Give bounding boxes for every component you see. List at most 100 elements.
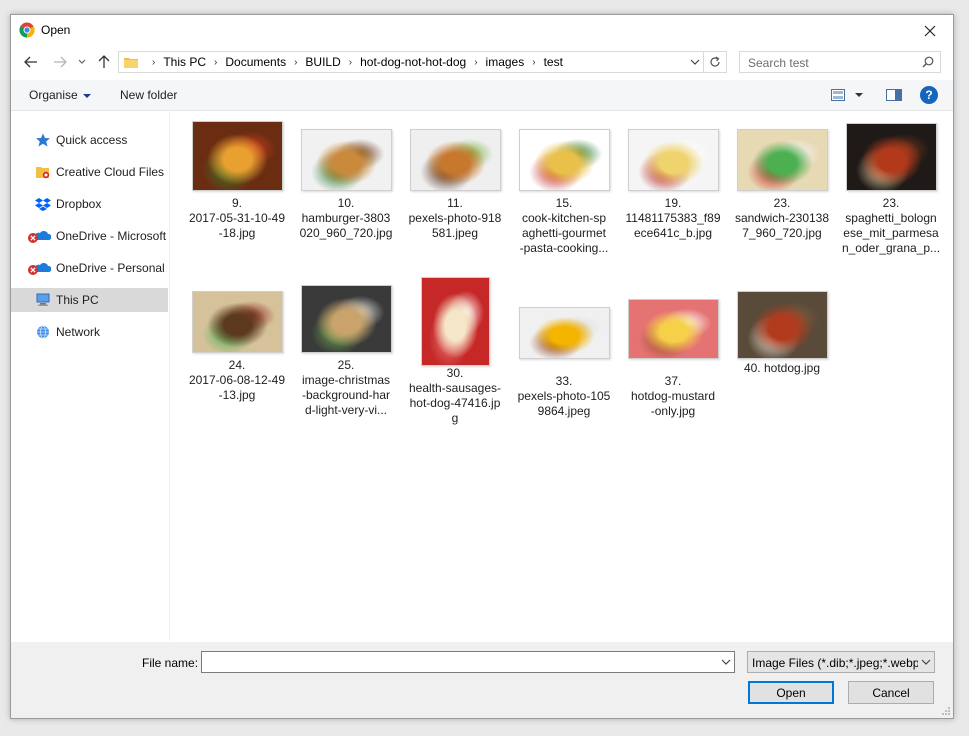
filename-label: File name: bbox=[142, 656, 199, 670]
onedrive-error-icon bbox=[28, 263, 51, 275]
network-icon bbox=[37, 325, 49, 339]
address-bar[interactable]: › This PC › Documents › BUILD › hot-dog-… bbox=[118, 51, 727, 73]
refresh-icon bbox=[710, 56, 720, 67]
chevron-down-icon bbox=[921, 659, 931, 665]
chevron-down-icon bbox=[690, 59, 700, 65]
sidebar-item-onedrive-microsoft[interactable]: OneDrive - Microsoft bbox=[11, 224, 168, 248]
sidebar-item-onedrive-personal[interactable]: OneDrive - Personal bbox=[11, 256, 168, 280]
back-button[interactable] bbox=[20, 51, 42, 73]
sidebar-item-label: Dropbox bbox=[56, 197, 102, 211]
file-thumbnail bbox=[519, 307, 610, 359]
filename-history-dropdown[interactable] bbox=[720, 656, 732, 668]
file-list: 9. 2017-05-31-10-49 -18.jpg 10. hamburge… bbox=[171, 111, 953, 641]
file-thumbnail bbox=[192, 121, 283, 191]
sidebar-item-label: This PC bbox=[56, 293, 99, 307]
sidebar-item-label: OneDrive - Microsoft bbox=[56, 229, 167, 243]
preview-pane-icon bbox=[886, 89, 902, 101]
caret-down-icon bbox=[855, 93, 863, 97]
breadcrumb-separator: › bbox=[474, 56, 478, 68]
chevron-down-icon bbox=[721, 659, 731, 665]
file-thumbnail bbox=[410, 129, 501, 191]
file-item[interactable]: 23. sandwich-230138 7_960_720.jpg bbox=[729, 121, 835, 271]
window-title: Open bbox=[41, 23, 71, 37]
file-thumbnail bbox=[519, 129, 610, 191]
file-name: 40. hotdog.jpg bbox=[743, 361, 821, 375]
file-item[interactable]: 19. 11481175383_f89 ece641c_b.jpg bbox=[620, 121, 726, 271]
chrome-icon bbox=[19, 22, 35, 38]
file-name: 9. 2017-05-31-10-49 -18.jpg bbox=[188, 196, 286, 240]
file-item[interactable]: 33. pexels-photo-105 9864.jpeg bbox=[511, 283, 617, 433]
close-icon bbox=[924, 25, 936, 36]
file-name: 15. cook-kitchen-sp aghetti-gourmet -pas… bbox=[519, 196, 609, 255]
help-button[interactable]: ? bbox=[920, 86, 938, 104]
address-history-dropdown[interactable] bbox=[688, 55, 702, 69]
sidebar-item-label: Network bbox=[56, 325, 101, 339]
navigation-row: › This PC › Documents › BUILD › hot-dog-… bbox=[11, 48, 953, 78]
preview-pane-button[interactable] bbox=[886, 86, 902, 104]
file-item[interactable]: 15. cook-kitchen-sp aghetti-gourmet -pas… bbox=[511, 121, 617, 271]
breadcrumb-hot-dog-not-hot-dog[interactable]: hot-dog-not-hot-dog bbox=[360, 55, 466, 69]
title-bar: Open bbox=[11, 15, 953, 46]
file-item[interactable]: 24. 2017-06-08-12-49 -13.jpg bbox=[184, 283, 290, 433]
file-item[interactable]: 23. spaghetti_bologn ese_mit_parmesa n_o… bbox=[838, 121, 944, 271]
file-thumbnail bbox=[628, 299, 719, 359]
breadcrumb-separator: › bbox=[294, 56, 298, 68]
change-view-button[interactable] bbox=[831, 86, 863, 104]
file-thumbnail bbox=[192, 291, 283, 353]
file-name: 23. sandwich-230138 7_960_720.jpg bbox=[734, 196, 830, 240]
file-thumbnail bbox=[301, 285, 392, 353]
breadcrumb-documents[interactable]: Documents bbox=[225, 55, 286, 69]
onedrive-error-icon bbox=[28, 231, 51, 243]
file-name: 24. 2017-06-08-12-49 -13.jpg bbox=[188, 358, 286, 402]
open-button[interactable]: Open bbox=[748, 681, 834, 704]
command-bar: Organise New folder ? bbox=[11, 80, 953, 111]
open-file-dialog: Open › This PC › Documents › BUILD › hot… bbox=[10, 14, 954, 719]
close-button[interactable] bbox=[907, 15, 953, 46]
sidebar-item-this-pc[interactable]: This PC bbox=[11, 288, 168, 312]
forward-button[interactable] bbox=[49, 51, 71, 73]
file-name: 30. health-sausages- hot-dog-47416.jp g bbox=[408, 366, 502, 425]
file-type-select[interactable]: Image Files (*.dib;*.jpeg;*.webp bbox=[747, 651, 935, 673]
file-item[interactable]: 30. health-sausages- hot-dog-47416.jp g bbox=[402, 275, 508, 433]
arrow-right-icon bbox=[54, 56, 67, 68]
sidebar-item-label: OneDrive - Personal bbox=[56, 261, 165, 275]
file-item[interactable]: 40. hotdog.jpg bbox=[729, 283, 835, 433]
file-type-value: Image Files (*.dib;*.jpeg;*.webp bbox=[752, 656, 920, 670]
breadcrumb-separator: › bbox=[214, 56, 218, 68]
file-item[interactable]: 10. hamburger-3803 020_960_720.jpg bbox=[293, 121, 399, 271]
search-placeholder: Search test bbox=[748, 56, 809, 70]
dropbox-icon bbox=[35, 198, 51, 211]
filename-input[interactable] bbox=[201, 651, 735, 673]
folder-icon bbox=[124, 58, 138, 68]
sidebar-item-dropbox[interactable]: Dropbox bbox=[11, 192, 168, 216]
file-item[interactable]: 9. 2017-05-31-10-49 -18.jpg bbox=[184, 121, 290, 271]
sidebar-item-creative-cloud-files[interactable]: Creative Cloud Files bbox=[11, 160, 168, 184]
recent-locations-button[interactable] bbox=[73, 51, 91, 73]
file-item[interactable]: 11. pexels-photo-918 581.jpeg bbox=[402, 121, 508, 271]
breadcrumb-test[interactable]: test bbox=[544, 55, 563, 69]
organise-menu[interactable]: Organise bbox=[29, 88, 91, 102]
breadcrumb-images[interactable]: images bbox=[486, 55, 525, 69]
sidebar-item-network[interactable]: Network bbox=[11, 320, 168, 344]
resize-grip-icon[interactable] bbox=[941, 706, 951, 716]
sidebar-item-label: Quick access bbox=[56, 133, 128, 147]
file-thumbnail bbox=[737, 291, 828, 359]
sidebar-item-quick-access[interactable]: Quick access bbox=[11, 128, 168, 152]
breadcrumb-this-pc[interactable]: This PC bbox=[163, 55, 206, 69]
file-type-dropdown-arrow bbox=[918, 652, 934, 672]
refresh-button[interactable] bbox=[703, 52, 726, 72]
new-folder-button[interactable]: New folder bbox=[120, 88, 177, 102]
search-icon bbox=[922, 56, 934, 68]
caret-down-icon bbox=[82, 93, 91, 98]
breadcrumb-separator: › bbox=[152, 56, 156, 68]
search-input[interactable]: Search test bbox=[739, 51, 941, 73]
file-name: 23. spaghetti_bologn ese_mit_parmesa n_o… bbox=[841, 196, 941, 255]
cancel-button[interactable]: Cancel bbox=[848, 681, 934, 704]
up-button[interactable] bbox=[93, 51, 115, 73]
file-item[interactable]: 25. image-christmas -background-har d-li… bbox=[293, 283, 399, 433]
arrow-left-icon bbox=[24, 56, 37, 68]
navigation-pane: Quick access Creative Cloud Files Dropbo… bbox=[11, 111, 170, 641]
creative-cloud-folder-icon bbox=[36, 167, 50, 179]
breadcrumb-build[interactable]: BUILD bbox=[305, 55, 340, 69]
file-item[interactable]: 37. hotdog-mustard -only.jpg bbox=[620, 283, 726, 433]
